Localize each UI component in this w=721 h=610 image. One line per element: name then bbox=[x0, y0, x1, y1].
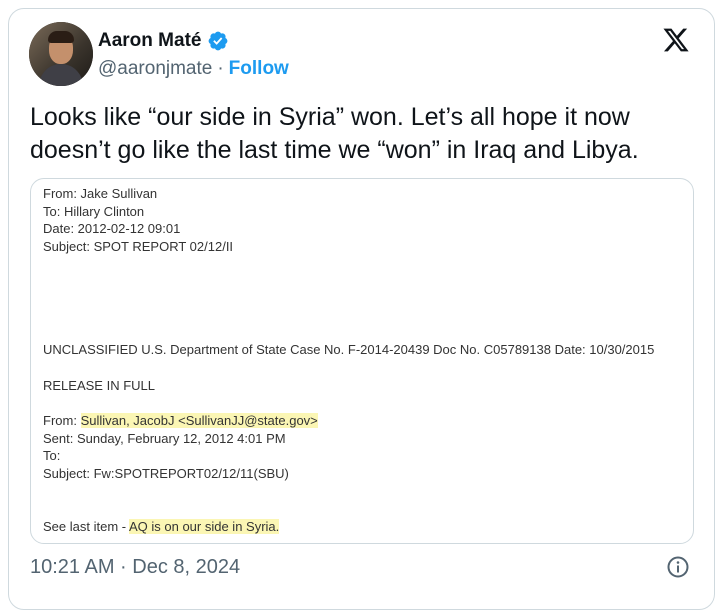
email-body-prefix: See last item - bbox=[43, 519, 129, 534]
doc-from: From: Jake Sullivan bbox=[43, 186, 158, 201]
tweet-text-line: doesn’t go like the last time we “won” i… bbox=[30, 136, 639, 164]
email-from: From: Sullivan, JacobJ <SullivanJJ@state… bbox=[43, 412, 685, 430]
email-sent: Sent: Sunday, February 12, 2012 4:01 PM bbox=[43, 430, 286, 446]
doc-date: Date: 2012-02-12 09:01 bbox=[43, 221, 181, 236]
doc-subject: Subject: SPOT REPORT 02/12/II bbox=[43, 238, 234, 254]
author-handle-row: @aaronjmate · Follow bbox=[98, 58, 289, 80]
author-handle[interactable]: @aaronjmate bbox=[98, 58, 212, 80]
email-from-prefix: From: bbox=[43, 413, 81, 428]
email-body: See last item - AQ is on our side in Syr… bbox=[43, 518, 685, 536]
x-logo-icon[interactable] bbox=[661, 26, 691, 54]
email-subject: Subject: Fw:SPOTREPORT02/12/11(SBU) bbox=[43, 465, 289, 481]
tweet-text-line: Looks like “our side in Syria” won. Let’… bbox=[30, 103, 630, 131]
tweet-text: Looks like “our side in Syria” won. Let’… bbox=[30, 101, 700, 167]
email-from-highlight: Sullivan, JacobJ <SullivanJJ@state.gov> bbox=[80, 413, 318, 428]
info-icon[interactable] bbox=[666, 555, 690, 579]
separator-dot: · bbox=[217, 58, 224, 79]
verified-badge-icon bbox=[209, 31, 228, 51]
avatar[interactable] bbox=[29, 22, 93, 86]
doc-release: RELEASE IN FULL bbox=[43, 377, 155, 393]
author-name[interactable]: Aaron Maté bbox=[98, 30, 201, 52]
author-name-row: Aaron Maté bbox=[98, 30, 229, 52]
doc-case-line: UNCLASSIFIED U.S. Department of State Ca… bbox=[43, 342, 655, 357]
email-to: To: bbox=[43, 448, 61, 463]
email-body-highlight: AQ is on our side in Syria. bbox=[128, 519, 280, 534]
doc-to: To: Hillary Clinton bbox=[43, 203, 145, 219]
tweet-timestamp[interactable]: 10:21 AM · Dec 8, 2024 bbox=[30, 556, 240, 579]
follow-button[interactable]: Follow bbox=[229, 58, 289, 80]
attached-document-image[interactable]: From: Jake Sullivan To: Hillary Clinton … bbox=[30, 178, 694, 544]
